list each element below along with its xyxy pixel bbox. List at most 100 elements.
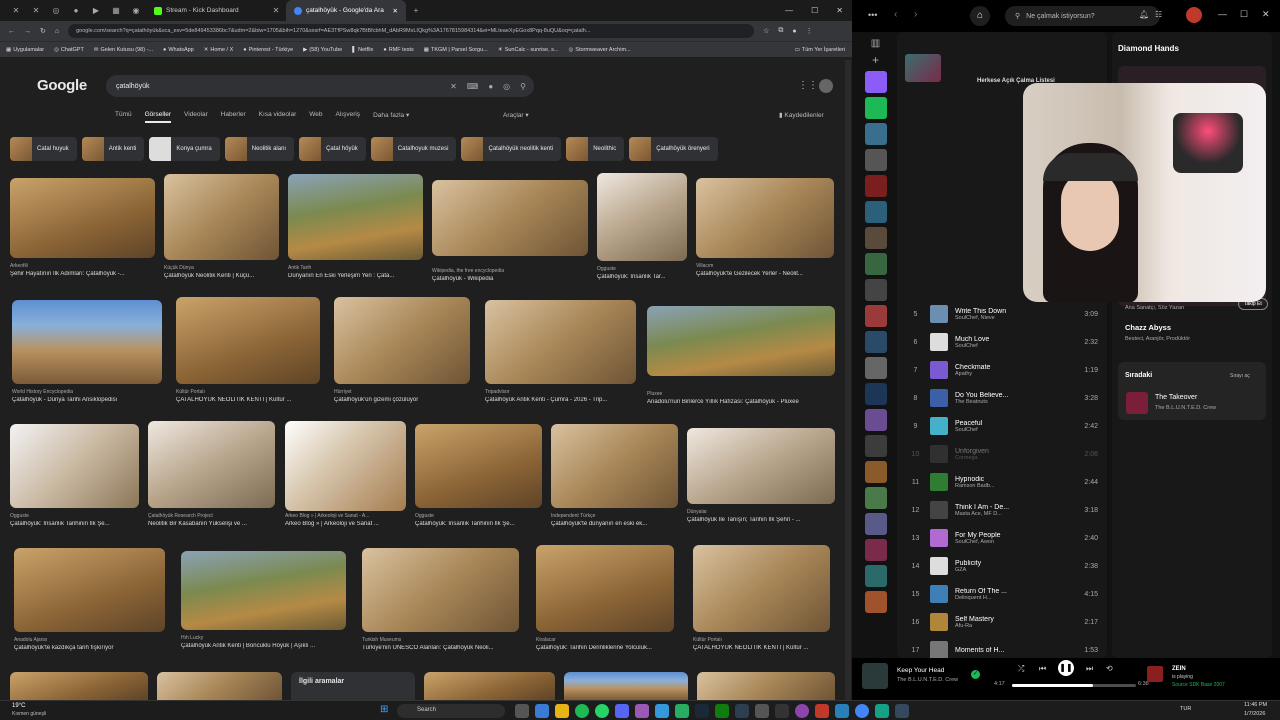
- image-result[interactable]: Kültür Portalı ÇATALHÖYÜK NEOLİTİK KENTİ …: [176, 297, 320, 403]
- chip[interactable]: Konya çumra: [149, 137, 220, 161]
- whatsapp-icon[interactable]: [595, 704, 609, 718]
- app-icon[interactable]: [815, 704, 829, 718]
- result-image[interactable]: [10, 424, 139, 508]
- extensions-icon[interactable]: ⧉: [778, 27, 783, 35]
- result-image[interactable]: [597, 173, 687, 261]
- app-icon[interactable]: [535, 704, 549, 718]
- result-image[interactable]: [176, 297, 320, 384]
- playlist-thumb[interactable]: [864, 149, 887, 171]
- close-icon[interactable]: ✕: [836, 6, 843, 15]
- clock-time[interactable]: 11:46 PM: [1244, 702, 1267, 708]
- open-queue-link[interactable]: Sırayı aç: [1230, 373, 1250, 379]
- image-result[interactable]: Kiralacar Çatalhöyük: Tarihin Derinlikler…: [536, 545, 674, 651]
- bookmark-item[interactable]: ● RMF tests: [383, 47, 413, 53]
- track-title[interactable]: Peaceful: [955, 420, 1069, 427]
- minimize-icon[interactable]: —: [785, 6, 793, 15]
- result-image[interactable]: [181, 551, 346, 630]
- app-icon[interactable]: [675, 704, 689, 718]
- bookmark-item[interactable]: ● WhatsApp: [163, 47, 194, 53]
- track-title[interactable]: Think I Am - De...: [955, 504, 1069, 511]
- image-result[interactable]: Pluxee Anadolu'nun Binlerce Yıllık Hafıza…: [647, 306, 835, 405]
- tab-youtube-icon[interactable]: ▶: [86, 0, 106, 21]
- apps-grid-icon[interactable]: ⋮⋮: [798, 80, 818, 91]
- chip[interactable]: Antik kenti: [81, 137, 145, 161]
- playlist-thumb[interactable]: [864, 71, 887, 93]
- result-image[interactable]: [285, 421, 406, 511]
- app-icon[interactable]: [835, 704, 849, 718]
- playlist-thumb[interactable]: [864, 435, 887, 457]
- track-title[interactable]: Checkmate: [955, 364, 1069, 371]
- track-artist[interactable]: Apathy: [955, 371, 1069, 377]
- track-artist[interactable]: SoulChef, Nieve: [955, 315, 1069, 321]
- result-image[interactable]: [564, 672, 688, 700]
- playlist-thumb[interactable]: [864, 591, 887, 613]
- playlist-thumb[interactable]: [864, 565, 887, 587]
- tab-github-icon[interactable]: ●: [66, 0, 86, 21]
- search-icon[interactable]: ⚲: [520, 82, 526, 91]
- now-playing-artist[interactable]: The B.L.U.N.T.E.D. Crew: [897, 677, 958, 683]
- menu-icon[interactable]: ⋮: [806, 27, 813, 35]
- progress-bar[interactable]: [1012, 684, 1136, 687]
- avatar[interactable]: [819, 79, 833, 93]
- track-title[interactable]: Return Of The ...: [955, 588, 1069, 595]
- add-icon[interactable]: +: [872, 53, 879, 67]
- home-icon[interactable]: ⌂: [970, 6, 990, 26]
- bookmark-item[interactable]: ◎ ChatGPT: [54, 47, 84, 53]
- playlist-thumb[interactable]: [864, 487, 887, 509]
- result-image[interactable]: [687, 428, 835, 504]
- result-image[interactable]: [551, 424, 678, 508]
- tab-kick[interactable]: Stream - Kick Dashboard: [146, 0, 266, 21]
- explorer-icon[interactable]: [555, 704, 569, 718]
- menu-icon[interactable]: •••: [868, 10, 877, 20]
- result-image[interactable]: [12, 300, 162, 384]
- track-title[interactable]: Unforgiven: [955, 448, 1069, 455]
- playlist-thumb[interactable]: [864, 227, 887, 249]
- track-row[interactable]: 8 Do You Believe... The Beatnuts 3:28: [908, 385, 1098, 411]
- track-artist[interactable]: SoulChef: [955, 427, 1069, 433]
- windows-start-icon[interactable]: ⊞: [380, 704, 388, 715]
- shuffle-icon[interactable]: ⤮: [1018, 664, 1024, 674]
- tab-muted-icon[interactable]: ✕: [266, 0, 286, 21]
- result-image[interactable]: [148, 421, 275, 508]
- result-image[interactable]: [157, 672, 282, 700]
- app-icon[interactable]: [775, 704, 789, 718]
- track-title[interactable]: Hypnodic: [955, 476, 1069, 483]
- bookmark-item[interactable]: ▦ Uygulamalar: [6, 47, 44, 53]
- back-icon[interactable]: ‹: [894, 9, 897, 20]
- queue-thumb[interactable]: [1126, 392, 1148, 414]
- track-artist[interactable]: Cormega: [955, 455, 1069, 461]
- bookmark-item[interactable]: ● Pinterest - Türkiye: [243, 47, 293, 53]
- app-icon[interactable]: [735, 704, 749, 718]
- bookmark-item[interactable]: ✕ Home / X: [204, 47, 234, 53]
- taskbar-search[interactable]: Search: [397, 704, 505, 718]
- result-image[interactable]: [10, 672, 148, 700]
- star-icon[interactable]: ☆: [763, 27, 769, 35]
- saved-button[interactable]: ▮ Kaydedilenler: [779, 111, 824, 119]
- tab-news[interactable]: Haberler: [221, 111, 246, 123]
- steam-icon[interactable]: [695, 704, 709, 718]
- image-result[interactable]: Tripadvisor Çatalhöyük Antik Kenti - Çumr…: [485, 300, 636, 403]
- track-artist[interactable]: The Beatnuts: [955, 399, 1069, 405]
- playlist-thumb[interactable]: [864, 123, 887, 145]
- playlist-thumb[interactable]: [864, 97, 887, 119]
- weather-temp[interactable]: 19°C: [12, 703, 25, 709]
- queue-artist[interactable]: The B.L.U.N.T.E.D. Crew: [1155, 405, 1216, 411]
- app-icon[interactable]: [635, 704, 649, 718]
- playlist-thumb[interactable]: [864, 539, 887, 561]
- image-result[interactable]: Hürriyet Çatalhöyük'ün gizemi çözülüyor: [334, 297, 470, 403]
- search-input[interactable]: çatalhöyük: [116, 83, 149, 90]
- tab-shopping[interactable]: Alışveriş: [336, 111, 361, 123]
- playlist-thumb[interactable]: [864, 409, 887, 431]
- track-title[interactable]: Publicity: [955, 560, 1069, 567]
- taskview-icon[interactable]: [515, 704, 529, 718]
- repeat-icon[interactable]: ⟲: [1106, 664, 1113, 673]
- result-image[interactable]: [164, 174, 279, 260]
- app-icon[interactable]: [875, 704, 889, 718]
- artist-name[interactable]: Diamond Hands: [1118, 44, 1179, 53]
- chip[interactable]: Çatal höyük: [299, 137, 366, 161]
- track-row[interactable]: 5 Write This Down SoulChef, Nieve 3:09: [908, 301, 1098, 327]
- app-icon[interactable]: [655, 704, 669, 718]
- close-icon[interactable]: ✕: [393, 7, 398, 15]
- clock-date[interactable]: 1/7/2026: [1244, 711, 1265, 717]
- result-image[interactable]: [334, 297, 470, 384]
